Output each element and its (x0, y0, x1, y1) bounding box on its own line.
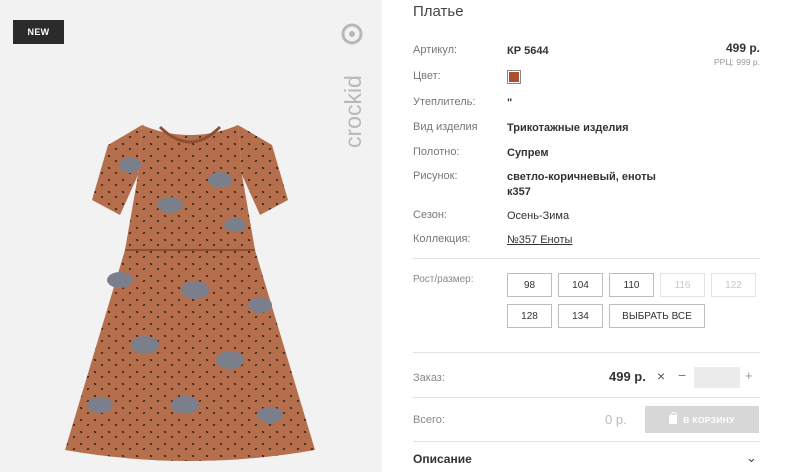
product-rrc: РРЦ: 999 р. (714, 57, 760, 67)
size-button-134[interactable]: 134 (558, 304, 603, 328)
select-all-sizes-button[interactable]: ВЫБРАТЬ ВСЕ (609, 304, 705, 328)
size-button-98[interactable]: 98 (507, 273, 552, 297)
product-info: Платье 499 р. РРЦ: 999 р. Артикул: КР 56… (413, 0, 760, 472)
size-label: Рост/размер: (413, 274, 474, 285)
prop-value: светло-коричневый, еноты к357 (507, 171, 656, 198)
divider (413, 397, 760, 398)
prop-value: Супрем (507, 147, 549, 159)
prop-value: КР 5644 (507, 45, 549, 57)
add-to-cart-button[interactable]: В КОРЗИНУ (645, 406, 759, 433)
prop-label: Коллекция: (413, 233, 471, 245)
svg-text:crockid: crockid (340, 75, 366, 148)
prop-label: Артикул: (413, 44, 458, 56)
prop-label: Вид изделия (413, 121, 478, 133)
divider (413, 441, 760, 442)
order-price: 499 р. (609, 369, 646, 384)
prop-value (507, 70, 667, 84)
chevron-down-icon[interactable]: ⌄ (746, 450, 757, 466)
prop-label: Цвет: (413, 70, 441, 82)
quantity-decrement-button[interactable]: − (678, 367, 686, 383)
total-value: 0 р. (605, 412, 627, 427)
prop-label: Рисунок: (413, 170, 458, 182)
dress-image (50, 105, 340, 472)
divider (413, 258, 760, 259)
product-image-panel: NEW crockid (0, 0, 382, 472)
quantity-input[interactable] (694, 367, 740, 388)
prop-label: Полотно: (413, 146, 460, 158)
size-button-110[interactable]: 110 (609, 273, 654, 297)
size-button-116: 116 (660, 273, 705, 297)
description-toggle[interactable]: Описание (413, 452, 472, 466)
size-button-122: 122 (711, 273, 756, 297)
prop-value: " (507, 97, 513, 109)
collection-link[interactable]: №357 Еноты (507, 233, 667, 248)
prop-value: Осень-Зима (507, 210, 570, 222)
quantity-increment-button[interactable]: + (745, 368, 753, 383)
prop-value: Трикотажные изделия (507, 122, 629, 134)
shopping-bag-icon (669, 412, 678, 424)
color-swatch[interactable] (507, 70, 521, 84)
times-icon: × (657, 368, 666, 384)
size-button-104[interactable]: 104 (558, 273, 603, 297)
divider (413, 352, 760, 353)
size-button-128[interactable]: 128 (507, 304, 552, 328)
order-label: Заказ: (413, 372, 445, 384)
prop-label: Утеплитель: (413, 96, 476, 108)
total-label: Всего: (413, 414, 445, 426)
new-badge: NEW (13, 20, 64, 44)
add-to-cart-label: В КОРЗИНУ (683, 414, 735, 425)
prop-label: Сезон: (413, 209, 447, 221)
product-price: 499 р. (725, 41, 760, 55)
product-title: Платье (413, 3, 464, 20)
